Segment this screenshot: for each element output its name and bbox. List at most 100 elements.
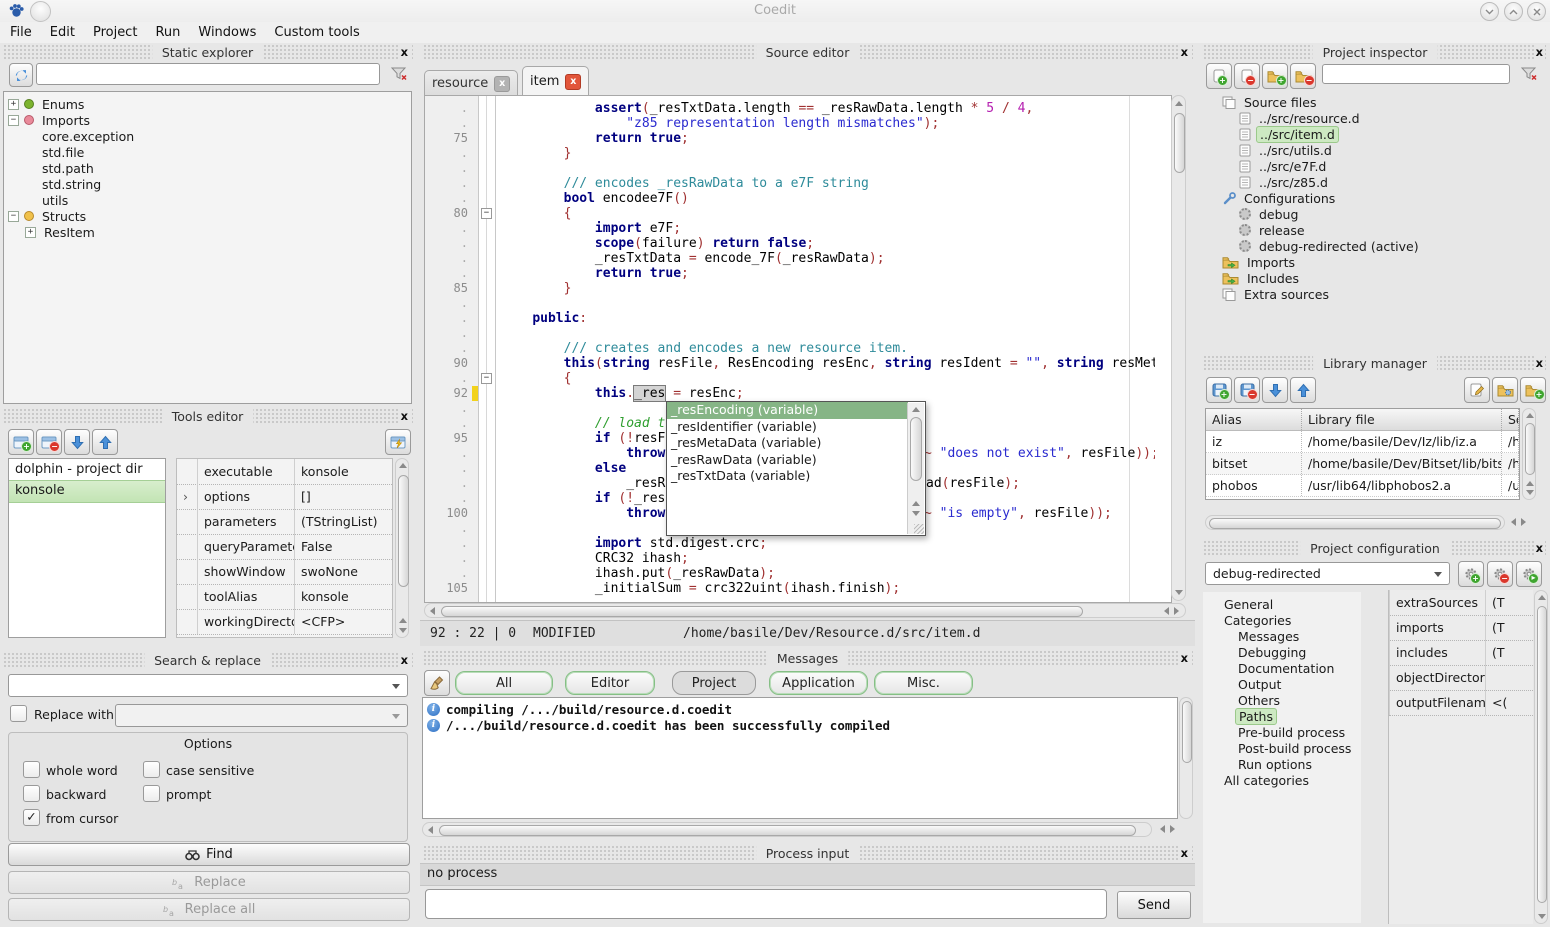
property-row[interactable]: includes(T — [1389, 640, 1533, 666]
tree-item[interactable]: Includes — [1204, 270, 1546, 286]
menu-item-file[interactable]: File — [10, 25, 32, 40]
close-panel-icon[interactable] — [1534, 541, 1545, 555]
tree-item[interactable]: Pre-build process — [1203, 724, 1361, 740]
tree-item[interactable]: ../src/utils.d — [1204, 142, 1546, 158]
filter-misc[interactable]: Misc. — [874, 671, 973, 695]
tree-item[interactable]: core.exception — [4, 128, 411, 144]
completion-item[interactable]: _resTxtData (variable) — [667, 468, 908, 485]
table-row[interactable]: phobos/usr/lib64/libphobos2.a/us — [1206, 475, 1519, 497]
close-icon[interactable] — [1527, 2, 1546, 21]
code-line[interactable]: { — [501, 206, 1155, 221]
code-line[interactable]: _initialSum = crc322uint(ihash.finish); — [501, 581, 1155, 596]
code-line[interactable]: import std.digest.crc; — [501, 536, 1155, 551]
tree-item[interactable]: Source files — [1204, 94, 1546, 110]
tool-grid-scrollbar[interactable] — [395, 458, 409, 638]
completion-popup[interactable]: _resEncoding (variable)_resIdentifier (v… — [666, 401, 926, 536]
code-line[interactable]: import e7F; — [501, 221, 1155, 236]
property-value[interactable]: konsole — [294, 459, 392, 484]
tool-list-item[interactable]: konsole — [9, 480, 165, 503]
property-value[interactable]: konsole — [294, 584, 392, 609]
filter-button[interactable] — [386, 62, 412, 86]
code-line[interactable]: _resTxtData = encode_7F(_resRawData); — [501, 251, 1155, 266]
tool-list-item[interactable]: dolphin - project dir — [9, 459, 165, 480]
find-button[interactable]: Find — [8, 843, 410, 866]
messages-vertical-scrollbar[interactable] — [1179, 697, 1193, 819]
completion-item[interactable]: _resEncoding (variable) — [667, 402, 908, 419]
whole-word-checkbox[interactable] — [23, 761, 40, 778]
from-cursor-checkbox[interactable]: ✓ — [23, 809, 40, 826]
property-row[interactable]: showWindowswoNone — [177, 559, 392, 585]
property-value[interactable]: <CFP> — [294, 609, 392, 634]
code-line[interactable]: scope(failure) return false; — [501, 236, 1155, 251]
editor-tab-item[interactable]: itemx — [522, 66, 589, 96]
tree-item[interactable]: std.path — [4, 160, 411, 176]
completion-item[interactable]: _resMetaData (variable) — [667, 435, 908, 452]
tree-item[interactable]: std.string — [4, 176, 411, 192]
tree-item[interactable]: ../src/resource.d — [1204, 110, 1546, 126]
menu-item-edit[interactable]: Edit — [50, 25, 75, 40]
message-log[interactable]: icompiling /.../build/resource.d.coediti… — [422, 697, 1178, 819]
search-term-combo[interactable] — [8, 674, 408, 697]
close-panel-icon[interactable] — [399, 653, 410, 667]
move-library-down-button[interactable] — [1262, 377, 1288, 403]
tree-item[interactable]: Imports — [1204, 254, 1546, 270]
code-line[interactable]: assert(_resTxtData.length == _resRawData… — [501, 101, 1155, 116]
property-value[interactable]: (T — [1485, 615, 1533, 640]
clear-messages-button[interactable] — [424, 670, 450, 696]
tree-item[interactable]: Debugging — [1203, 644, 1361, 660]
library-from-project-button[interactable] — [1492, 377, 1518, 403]
code-line[interactable]: } — [501, 281, 1155, 296]
property-row[interactable]: objectDirectory — [1389, 665, 1533, 691]
property-row[interactable]: imports(T — [1389, 615, 1533, 641]
property-row[interactable]: workingDirectory<CFP> — [177, 609, 392, 635]
fold-collapse-icon[interactable]: − — [481, 373, 492, 384]
replace-all-button[interactable]: ba Replace all — [8, 898, 410, 921]
tree-item[interactable]: −Structs — [4, 208, 411, 224]
close-panel-icon[interactable] — [1534, 45, 1545, 59]
tree-item[interactable]: Post-build process — [1203, 740, 1361, 756]
resize-grip-icon[interactable] — [914, 524, 924, 534]
library-horizontal-scrollbar[interactable] — [1205, 515, 1505, 530]
add-library-button[interactable]: + — [1206, 377, 1232, 403]
property-row[interactable]: outputFilename<( — [1389, 690, 1533, 716]
remove-tool-button[interactable]: − — [36, 429, 62, 455]
close-panel-icon[interactable] — [1179, 45, 1190, 59]
property-value[interactable]: [] — [294, 484, 392, 509]
move-tool-up-button[interactable] — [92, 429, 118, 455]
tree-item[interactable]: Categories — [1203, 612, 1361, 628]
add-source-button[interactable]: + — [1206, 63, 1232, 89]
tree-item[interactable]: +Enums — [4, 96, 411, 112]
tree-item[interactable]: −Imports — [4, 112, 411, 128]
editor-horizontal-scrollbar[interactable] — [424, 603, 1186, 618]
code-line[interactable]: } — [501, 146, 1155, 161]
property-row[interactable]: queryParametersFalse — [177, 534, 392, 560]
completion-item[interactable]: _resRawData (variable) — [667, 452, 908, 469]
menu-item-run[interactable]: Run — [155, 25, 180, 40]
tree-item[interactable]: std.file — [4, 144, 411, 160]
inspector-search-input[interactable] — [1322, 64, 1510, 84]
refresh-button[interactable] — [9, 63, 33, 87]
filter-project[interactable]: Project — [672, 671, 756, 695]
menu-item-custom-tools[interactable]: Custom tools — [274, 25, 359, 40]
code-line[interactable]: CRC32 ihash; — [501, 551, 1155, 566]
property-row[interactable]: ›options[] — [177, 484, 392, 510]
close-tab-icon[interactable]: x — [494, 76, 510, 92]
add-configuration-button[interactable]: + — [1458, 561, 1484, 587]
collapse-icon[interactable]: − — [8, 115, 19, 126]
code-line[interactable]: /// creates and encodes a new resource i… — [501, 341, 1155, 356]
code-line[interactable]: public: — [501, 311, 1155, 326]
property-value[interactable]: False — [294, 534, 392, 559]
tree-item[interactable]: Documentation — [1203, 660, 1361, 676]
property-row[interactable]: executablekonsole — [177, 459, 392, 485]
add-folder-button[interactable]: + — [1262, 63, 1288, 89]
process-input-field[interactable] — [425, 889, 1107, 919]
configuration-scrollbar[interactable] — [1534, 590, 1548, 924]
log-entry[interactable]: icompiling /.../build/resource.d.coedit — [423, 701, 1177, 717]
move-tool-down-button[interactable] — [64, 429, 90, 455]
menu-item-windows[interactable]: Windows — [198, 25, 256, 40]
tree-item[interactable]: +ResItem — [4, 224, 411, 240]
edit-library-button[interactable] — [1464, 377, 1490, 403]
property-value[interactable]: (T — [1485, 640, 1533, 665]
prompt-checkbox[interactable] — [143, 785, 160, 802]
tree-item[interactable]: utils — [4, 192, 411, 208]
